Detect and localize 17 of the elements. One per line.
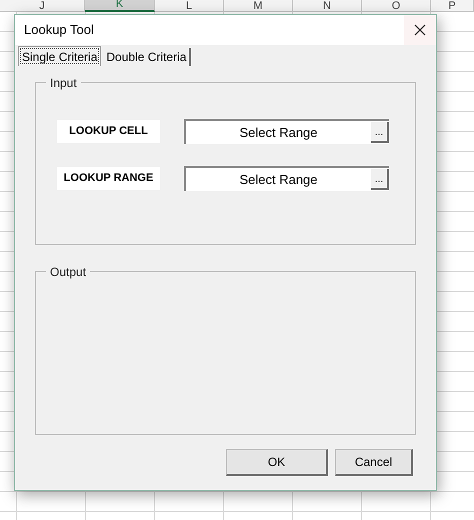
column-header[interactable]: M [224,0,293,12]
input-field[interactable]: Select Range ... [184,119,389,144]
window-title: Lookup Tool [24,21,94,40]
column-header[interactable]: N [293,0,362,12]
input-field[interactable]: Select Range ... [184,166,389,191]
column-header[interactable]: O [362,0,431,12]
field-label: LOOKUP CELL [57,120,160,143]
field-label: LOOKUP RANGE [57,167,160,190]
browse-button[interactable]: ... [371,169,389,190]
tab[interactable]: Single Criteria [18,46,102,66]
close-button[interactable] [404,15,436,45]
close-icon [414,24,426,36]
browse-button[interactable]: ... [371,122,389,143]
dialog-button[interactable]: Cancel [335,449,413,476]
column-header[interactable]: P [431,0,474,12]
column-header[interactable]: L [155,0,224,12]
dialog-button[interactable]: OK [226,449,328,476]
